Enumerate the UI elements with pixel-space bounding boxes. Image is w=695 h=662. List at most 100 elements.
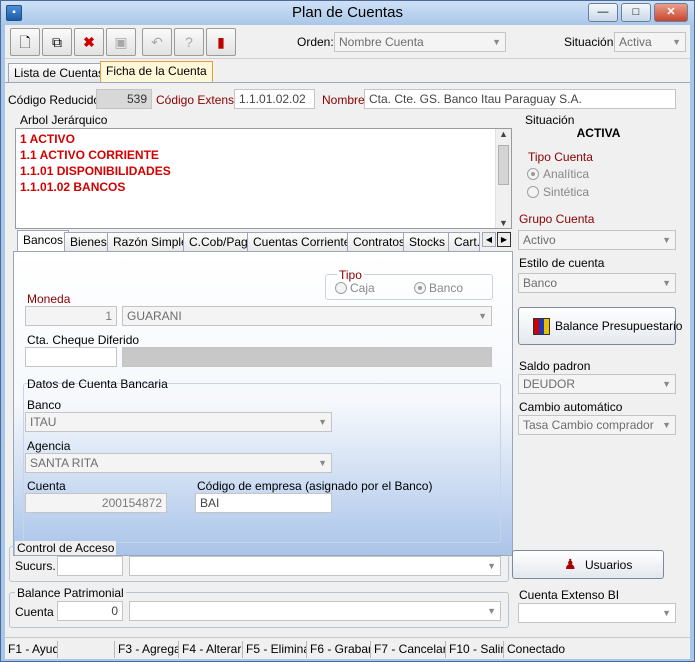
- moneda-label: Moneda: [27, 292, 71, 306]
- agencia-value: SANTA RITA: [30, 456, 99, 470]
- chevron-down-icon: ▼: [478, 311, 487, 321]
- tree-scrollbar[interactable]: ▲ ▼: [495, 129, 511, 228]
- chevron-down-icon: ▼: [662, 608, 671, 618]
- status-blank: [58, 641, 115, 658]
- usuarios-button[interactable]: ♟ Usuarios: [512, 550, 664, 579]
- scroll-thumb[interactable]: [498, 145, 509, 185]
- exit-button[interactable]: ▮: [206, 28, 236, 56]
- cambio-select[interactable]: Tasa Cambio comprador ▼: [518, 415, 676, 435]
- tab-contratos[interactable]: Contratos: [347, 232, 412, 252]
- tipo-banco-radio[interactable]: [414, 282, 426, 294]
- user-icon: ♟: [564, 556, 577, 572]
- grupo-cuenta-select[interactable]: Activo ▼: [518, 230, 676, 250]
- moneda-name-value: GUARANI: [127, 309, 182, 323]
- close-button[interactable]: ✕: [654, 3, 688, 22]
- tipo-caja-label: Caja: [350, 281, 375, 295]
- tree-item[interactable]: 1.1 ACTIVO CORRIENTE: [20, 148, 159, 162]
- balance-cuenta-label: Cuenta: [15, 605, 54, 619]
- saldo-select[interactable]: DEUDOR ▼: [518, 374, 676, 394]
- tab-ccob-pag[interactable]: C.Cob/Pag: [183, 232, 254, 252]
- agencia-select[interactable]: SANTA RITA ▼: [25, 453, 332, 473]
- save-button[interactable]: ▣: [106, 28, 136, 56]
- undo-icon: ↶: [151, 34, 163, 50]
- main-window: ▪ Plan de Cuentas — □ ✕ 🗋 ⧉ ✖ ▣ ↶ ? ▮ Or…: [0, 0, 695, 662]
- situacion-select[interactable]: Activa ▼: [614, 32, 686, 52]
- copy-button[interactable]: ⧉: [42, 28, 72, 56]
- datos-bancaria-label: Datos de Cuenta Bancaria: [27, 377, 168, 391]
- nombre-field[interactable]: Cta. Cte. GS. Banco Itau Paraguay S.A.: [364, 89, 676, 109]
- chevron-down-icon: ▼: [662, 235, 671, 245]
- tab-cuentas-corrientes[interactable]: Cuentas Corrientes: [247, 232, 363, 252]
- chevron-down-icon: ▼: [487, 561, 496, 571]
- sucurs-code-field[interactable]: [57, 556, 123, 576]
- tab-bancos[interactable]: Bancos: [17, 230, 70, 252]
- status-f1-help: F1 - Ayuda: [5, 641, 58, 658]
- status-f6-save: F6 - Grabar: [307, 641, 371, 658]
- chart-icon: [533, 318, 550, 335]
- cheque-code-field[interactable]: [25, 347, 117, 367]
- help-button[interactable]: ?: [174, 28, 204, 56]
- cuenta-bancaria-field[interactable]: 200154872: [25, 493, 167, 513]
- tabs-scroll-left-icon[interactable]: ◀: [482, 232, 496, 247]
- sucurs-label: Sucurs.: [15, 559, 56, 573]
- status-connection: Conectado: [507, 642, 566, 656]
- sucurs-select[interactable]: ▼: [129, 556, 501, 576]
- codigo-extenso-field[interactable]: 1.1.01.02.02: [234, 89, 315, 109]
- arbol-jerarquico-tree[interactable]: 1 ACTIVO 1.1 ACTIVO CORRIENTE 1.1.01 DIS…: [15, 128, 512, 229]
- cambio-label: Cambio automático: [519, 400, 623, 414]
- saldo-label: Saldo padron: [519, 359, 591, 373]
- balance-cuenta-field[interactable]: 0: [57, 601, 123, 621]
- cheque-name-field[interactable]: [122, 347, 492, 367]
- tree-item[interactable]: 1 ACTIVO: [20, 132, 75, 146]
- delete-icon: ✖: [83, 34, 95, 50]
- banco-label: Banco: [27, 398, 62, 412]
- moneda-select[interactable]: GUARANI ▼: [122, 306, 492, 326]
- tipo-sintetica-radio[interactable]: [527, 186, 539, 198]
- balance-patrimonial-label: Balance Patrimonial: [15, 586, 126, 600]
- orden-label: Orden:: [297, 35, 334, 49]
- client-area: 🗋 ⧉ ✖ ▣ ↶ ? ▮ Orden: Nombre Cuenta ▼ Sit…: [5, 25, 690, 659]
- cuenta-extenso-bi-label: Cuenta Extenso BI: [519, 588, 620, 602]
- tab-bienes[interactable]: Bienes: [64, 232, 113, 252]
- cuenta-extenso-bi-select[interactable]: ▼: [518, 603, 676, 623]
- tipo-analitica-radio[interactable]: [527, 168, 539, 180]
- tabs-scroll-right-icon[interactable]: ▶: [497, 232, 511, 247]
- estilo-value: Banco: [523, 276, 558, 290]
- balance-presupuestario-button[interactable]: Balance Presupuestario: [518, 307, 682, 345]
- delete-button[interactable]: ✖: [74, 28, 104, 56]
- codigo-reducido-field[interactable]: 539: [96, 89, 152, 109]
- cambio-value: Tasa Cambio comprador: [523, 418, 654, 432]
- tipo-caja-radio[interactable]: [335, 282, 347, 294]
- tab-razon-simple[interactable]: Razón Simple: [107, 232, 194, 252]
- chevron-down-icon: ▼: [492, 37, 501, 47]
- codigo-empresa-field[interactable]: BAI: [195, 493, 332, 513]
- orden-select[interactable]: Nombre Cuenta ▼: [334, 32, 506, 52]
- bancos-panel: Tipo Caja Banco Moneda 1 GUARANI ▼ Cta. …: [13, 251, 513, 556]
- codigo-reducido-label: Código Reducido: [8, 93, 101, 107]
- tab-ficha-de-la-cuenta[interactable]: Ficha de la Cuenta: [100, 61, 213, 83]
- maximize-button[interactable]: □: [621, 3, 651, 22]
- status-f4-edit: F4 - Alterar: [179, 641, 243, 658]
- status-f7-cancel: F7 - Cancelar: [371, 641, 446, 658]
- status-f3-add: F3 - Agregar: [115, 641, 179, 658]
- status-f5-delete: F5 - Eliminar: [243, 641, 307, 658]
- tab-lista-de-cuentas[interactable]: Lista de Cuentas: [8, 63, 111, 82]
- tab-divider: [5, 82, 690, 83]
- tree-item[interactable]: 1.1.01 DISPONIBILIDADES: [20, 164, 171, 178]
- scroll-down-icon[interactable]: ▼: [499, 218, 508, 228]
- banco-select[interactable]: ITAU ▼: [25, 412, 332, 432]
- minimize-button[interactable]: —: [588, 3, 618, 22]
- balance-cuenta-select[interactable]: ▼: [129, 601, 501, 621]
- tab-cart[interactable]: Cart.: [448, 232, 480, 252]
- tab-stocks[interactable]: Stocks: [403, 232, 452, 252]
- estilo-select[interactable]: Banco ▼: [518, 273, 676, 293]
- tree-item[interactable]: 1.1.01.02 BANCOS: [20, 180, 125, 194]
- situacion-value: ACTIVA: [576, 126, 621, 140]
- scroll-up-icon[interactable]: ▲: [499, 129, 508, 139]
- chevron-down-icon: ▼: [318, 458, 327, 468]
- new-document-button[interactable]: 🗋: [10, 28, 40, 56]
- estilo-label: Estilo de cuenta: [519, 256, 605, 270]
- undo-button[interactable]: ↶: [142, 28, 172, 56]
- moneda-code-field[interactable]: 1: [25, 306, 117, 326]
- chevron-down-icon: ▼: [662, 379, 671, 389]
